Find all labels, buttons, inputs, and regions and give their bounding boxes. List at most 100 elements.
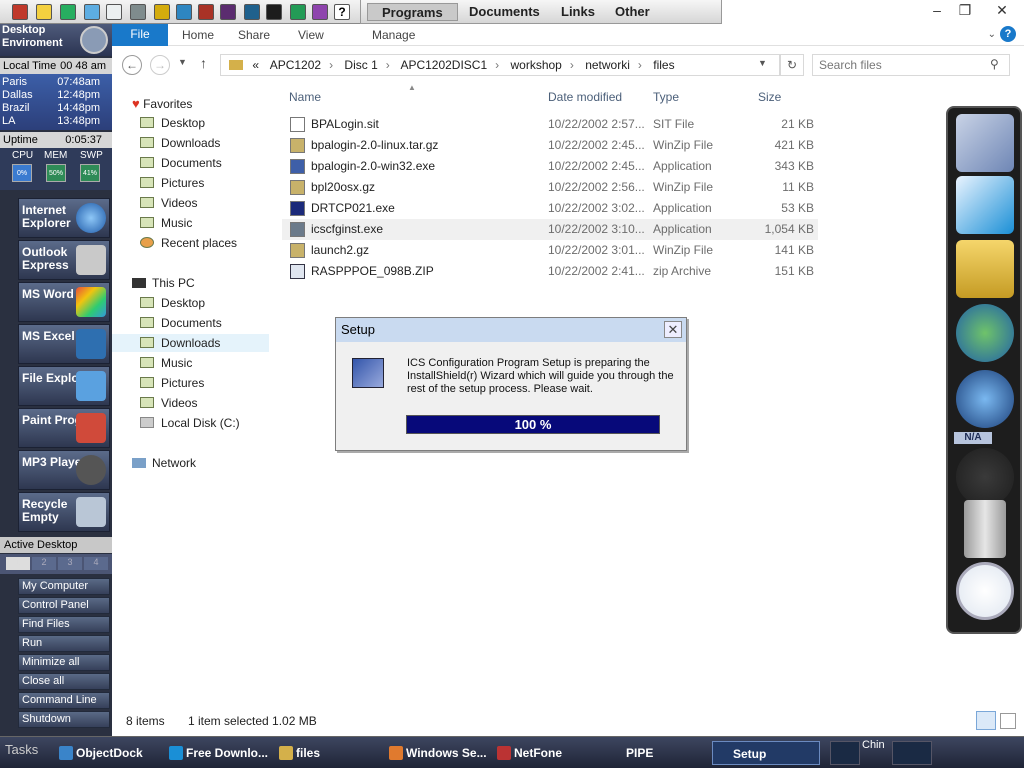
nav-network[interactable]: Network (132, 456, 196, 470)
dock-app-icon[interactable] (956, 114, 1014, 172)
search-input[interactable]: Search files (812, 54, 1010, 76)
nav-this-pc[interactable]: This PC (132, 276, 195, 290)
nav-item-videos[interactable]: Videos (140, 194, 197, 212)
launch-ms-word[interactable]: MS Word (18, 282, 110, 322)
task-objectdock[interactable]: ObjectDock (56, 741, 143, 765)
run-icon[interactable] (266, 4, 282, 20)
nav-item-downloads[interactable]: Downloads (140, 134, 220, 152)
cmd-shutdown[interactable]: Shutdown (18, 711, 110, 728)
folder-icon[interactable] (154, 4, 170, 20)
address-dropdown-icon[interactable]: ▼ (758, 58, 767, 68)
nav-item-music[interactable]: Music (140, 354, 192, 372)
nav-item-local-disk[interactable]: Local Disk (C:) (140, 414, 240, 432)
cube-icon[interactable] (244, 4, 260, 20)
file-row[interactable]: RASPPPOE_098B.ZIP 10/22/2002 2:41... zip A… (282, 261, 818, 282)
nav-favorites[interactable]: ♥ Favorites (132, 96, 192, 111)
desktop-1-button[interactable]: 1 (6, 557, 30, 570)
dock-download-icon[interactable] (956, 176, 1014, 234)
pencil-icon[interactable] (36, 4, 52, 20)
column-header-date[interactable]: Date modified (548, 90, 622, 104)
nav-item-documents[interactable]: Documents (140, 314, 222, 332)
tab-home[interactable]: Home (182, 28, 214, 42)
recycle-empty-button[interactable]: Recycle Empty (18, 492, 110, 532)
dock-gear-icon[interactable] (956, 448, 1014, 506)
task-pipe[interactable]: PIPE (606, 741, 653, 765)
search-icon[interactable]: ⚲ (990, 57, 999, 71)
disk-icon[interactable] (220, 4, 236, 20)
cmd-my-computer[interactable]: My Computer (18, 578, 110, 595)
app-icon[interactable] (12, 4, 28, 20)
dock-trash-icon[interactable] (964, 500, 1006, 558)
image-icon[interactable] (130, 4, 146, 20)
breadcrumb-overflow[interactable]: « (252, 58, 259, 72)
launch-outlook-express[interactable]: Outlook Express (18, 240, 110, 280)
book-purple-icon[interactable] (312, 4, 328, 20)
cmd-find-files[interactable]: Find Files (18, 616, 110, 633)
menu-programs[interactable]: Programs (367, 3, 458, 21)
up-button[interactable]: ↑ (200, 55, 207, 71)
tab-manage[interactable]: Manage (372, 28, 415, 42)
cmd-run[interactable]: Run (18, 635, 110, 652)
menu-links[interactable]: Links (547, 3, 609, 21)
nav-item-pictures[interactable]: Pictures (140, 374, 204, 392)
tab-view[interactable]: View (298, 28, 324, 42)
file-row[interactable]: bpalogin-2.0-linux.tar.gz 10/22/2002 2:45… (282, 135, 818, 156)
breadcrumb-item[interactable]: files (653, 58, 674, 72)
back-button[interactable]: ← (122, 55, 142, 75)
task-free-download[interactable]: Free Downlo... (166, 741, 268, 765)
breadcrumb-item[interactable]: APC1202 (270, 58, 321, 72)
tab-file[interactable]: File (112, 24, 168, 46)
nav-item-desktop[interactable]: Desktop (140, 294, 205, 312)
tray-input-language[interactable]: Chin (862, 739, 885, 751)
launch-file-explore[interactable]: File Explore (18, 366, 110, 406)
plus-icon[interactable] (60, 4, 76, 20)
launch-ms-excel[interactable]: MS Excel (18, 324, 110, 364)
settings-icon[interactable] (84, 4, 100, 20)
dock-clock-icon[interactable] (956, 562, 1014, 620)
nav-item-desktop[interactable]: Desktop (140, 114, 205, 132)
column-header-size[interactable]: Size (758, 90, 781, 104)
breadcrumb-item[interactable]: Disc 1 (344, 58, 377, 72)
launch-internet-explorer[interactable]: Internet Explorer (18, 198, 110, 238)
nav-item-pictures[interactable]: Pictures (140, 174, 204, 192)
task-windows-se[interactable]: Windows Se... (386, 741, 487, 765)
nav-item-recent[interactable]: Recent places (140, 234, 237, 252)
tray-network-icon[interactable] (892, 741, 932, 765)
ribbon-expand-icon[interactable]: ⌄ (988, 29, 996, 40)
breadcrumb[interactable]: « APC1202 › Disc 1 › APC1202DISC1 › worksho… (220, 54, 780, 76)
book-icon[interactable] (198, 4, 214, 20)
file-row[interactable]: BPALogin.sit 10/22/2002 2:57... SIT File 21… (282, 114, 818, 135)
cmd-minimize-all[interactable]: Minimize all (18, 654, 110, 671)
dock-globe-icon[interactable] (956, 304, 1014, 362)
file-row[interactable]: DRTCP021.exe 10/22/2002 3:02... Applicatio… (282, 198, 818, 219)
help-icon[interactable]: ? (334, 4, 350, 20)
desktop-3-button[interactable]: 3 (58, 557, 82, 570)
menu-documents[interactable]: Documents (455, 3, 554, 21)
refresh-icon[interactable]: ↻ (780, 54, 804, 76)
column-header-name[interactable]: Name (289, 90, 321, 104)
cmd-close-all[interactable]: Close all (18, 673, 110, 690)
desktop-2-button[interactable]: 2 (32, 557, 56, 570)
nav-item-videos[interactable]: Videos (140, 394, 197, 412)
file-row[interactable]: bpalogin-2.0-win32.exe 10/22/2002 2:45...… (282, 156, 818, 177)
breadcrumb-item[interactable]: APC1202DISC1 (400, 58, 487, 72)
dock-windows-icon[interactable] (956, 370, 1014, 428)
close-button[interactable]: ✕ (980, 0, 1024, 22)
column-header-type[interactable]: Type (653, 90, 679, 104)
file-row-selected[interactable]: icscfginst.exe 10/22/2002 3:10... Applicat… (282, 219, 818, 240)
tools-icon[interactable] (290, 4, 306, 20)
details-view-icon[interactable] (976, 711, 996, 730)
tab-share[interactable]: Share (238, 28, 270, 42)
menu-other[interactable]: Other (601, 3, 664, 21)
nav-item-music[interactable]: Music (140, 214, 192, 232)
help-icon[interactable]: ? (1000, 26, 1016, 42)
dock-folder-icon[interactable] (956, 240, 1014, 298)
launch-mp3-player[interactable]: MP3 Player (18, 450, 110, 490)
desktop-4-button[interactable]: 4 (84, 557, 108, 570)
recent-dropdown-icon[interactable]: ▼ (178, 57, 187, 67)
cmd-control-panel[interactable]: Control Panel (18, 597, 110, 614)
nav-item-downloads[interactable]: Downloads (112, 334, 269, 352)
file-row[interactable]: launch2.gz 10/22/2002 3:01... WinZip File 1… (282, 240, 818, 261)
maximize-button[interactable]: ❐ (948, 0, 982, 22)
task-netfone[interactable]: NetFone (494, 741, 562, 765)
